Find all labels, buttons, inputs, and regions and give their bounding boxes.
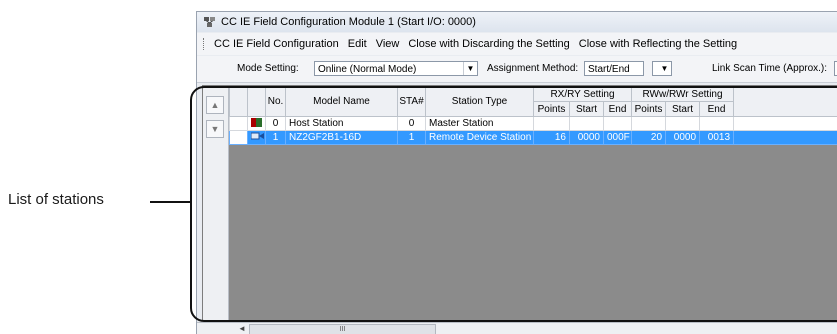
title-bar: CC IE Field Configuration Module 1 (Star… — [197, 12, 837, 32]
model-name: Host Station — [286, 117, 398, 131]
rw-start — [666, 117, 700, 131]
callout-label: List of stations — [8, 191, 104, 208]
chevron-down-icon[interactable]: ▼ — [463, 62, 477, 75]
station-list-panel: ▲ ▼ No. Model Name STA# Station Type RX/… — [202, 85, 837, 321]
station-type: Remote Device Station — [426, 131, 534, 145]
station-type: Master Station — [426, 117, 534, 131]
header-blank — [230, 87, 248, 117]
rx-points — [534, 117, 570, 131]
header-no[interactable]: No. — [266, 87, 286, 117]
mode-setting-value: Online (Normal Mode) — [318, 64, 416, 75]
header-rx-start[interactable]: Start — [570, 102, 604, 117]
header-rwwrwr-setting: RWw/RWr Setting — [632, 87, 734, 102]
rw-points — [632, 117, 666, 131]
link-scan-time-label: Link Scan Time (Approx.): — [712, 63, 827, 74]
assignment-method-select: Start/End — [584, 61, 644, 76]
rw-end — [700, 117, 734, 131]
move-up-button[interactable]: ▲ — [206, 96, 224, 114]
menu-cc-ie-field-configuration[interactable]: CC IE Field Configuration — [214, 38, 339, 50]
header-extra — [734, 87, 837, 117]
configuration-window: CC IE Field Configuration Module 1 (Star… — [196, 11, 837, 334]
header-station-type[interactable]: Station Type — [426, 87, 534, 117]
header-icon — [248, 87, 266, 117]
station-number: 0 — [398, 117, 426, 131]
station-table: No. Model Name STA# Station Type RX/RY S… — [229, 86, 837, 145]
menu-bar: CC IE Field Configuration Edit View Close w… — [197, 33, 837, 55]
rx-start — [570, 117, 604, 131]
station-no: 1 — [266, 131, 286, 145]
triangle-up-icon: ▲ — [211, 100, 220, 110]
rx-points: 16 — [534, 131, 570, 145]
mode-setting-label: Mode Setting: — [237, 63, 299, 74]
window-title: CC IE Field Configuration Module 1 (Star… — [221, 16, 476, 28]
station-number: 1 — [398, 131, 426, 145]
header-rx-end[interactable]: End — [604, 102, 632, 117]
model-name: NZ2GF2B1-16D — [286, 131, 398, 145]
move-down-button[interactable]: ▼ — [206, 120, 224, 138]
callout-leader-line — [150, 201, 190, 203]
settings-toolbar: Mode Setting: Online (Normal Mode) ▼ Ass… — [197, 56, 837, 83]
header-sta[interactable]: STA# — [398, 87, 426, 117]
header-rw-start[interactable]: Start — [666, 102, 700, 117]
row-extra-cell — [734, 131, 837, 145]
rw-start: 0000 — [666, 131, 700, 145]
table-row[interactable]: 0 Host Station 0 Master Station — [230, 117, 837, 131]
triangle-down-icon: ▼ — [211, 124, 220, 134]
table-row[interactable]: 1 NZ2GF2B1-16D 1 Remote Device Station 1… — [230, 131, 837, 145]
chevron-down-icon[interactable]: ▼ — [658, 62, 671, 75]
header-rx-points[interactable]: Points — [534, 102, 570, 117]
scroll-left-icon[interactable]: ◄ — [235, 323, 249, 334]
station-no: 0 — [266, 117, 286, 131]
mode-setting-select[interactable]: Online (Normal Mode) ▼ — [314, 61, 478, 76]
assignment-method-label: Assignment Method: — [487, 63, 578, 74]
menu-grip-icon — [203, 38, 208, 50]
menu-close-discard[interactable]: Close with Discarding the Setting — [408, 38, 569, 50]
assignment-method-value: Start/End — [588, 64, 630, 75]
menu-edit[interactable]: Edit — [348, 38, 367, 50]
header-rw-points[interactable]: Points — [632, 102, 666, 117]
rx-start: 0000 — [570, 131, 604, 145]
host-station-icon — [248, 117, 266, 131]
row-blank-cell — [230, 131, 248, 145]
header-rw-end[interactable]: End — [700, 102, 734, 117]
network-config-icon — [203, 16, 216, 28]
row-extra-cell — [734, 117, 837, 131]
horizontal-scrollbar[interactable]: ◄ III — [197, 322, 837, 334]
rx-end: 000F — [604, 131, 632, 145]
assignment-method-dropdown[interactable]: ▼ — [652, 61, 672, 76]
header-model-name[interactable]: Model Name — [286, 87, 398, 117]
rw-end: 0013 — [700, 131, 734, 145]
row-blank-cell — [230, 117, 248, 131]
header-rxry-setting: RX/RY Setting — [534, 87, 632, 102]
menu-close-reflect[interactable]: Close with Reflecting the Setting — [579, 38, 737, 50]
row-move-toolbar: ▲ ▼ — [203, 86, 229, 320]
rx-end — [604, 117, 632, 131]
menu-view[interactable]: View — [376, 38, 400, 50]
remote-station-icon — [248, 131, 266, 145]
rw-points: 20 — [632, 131, 666, 145]
